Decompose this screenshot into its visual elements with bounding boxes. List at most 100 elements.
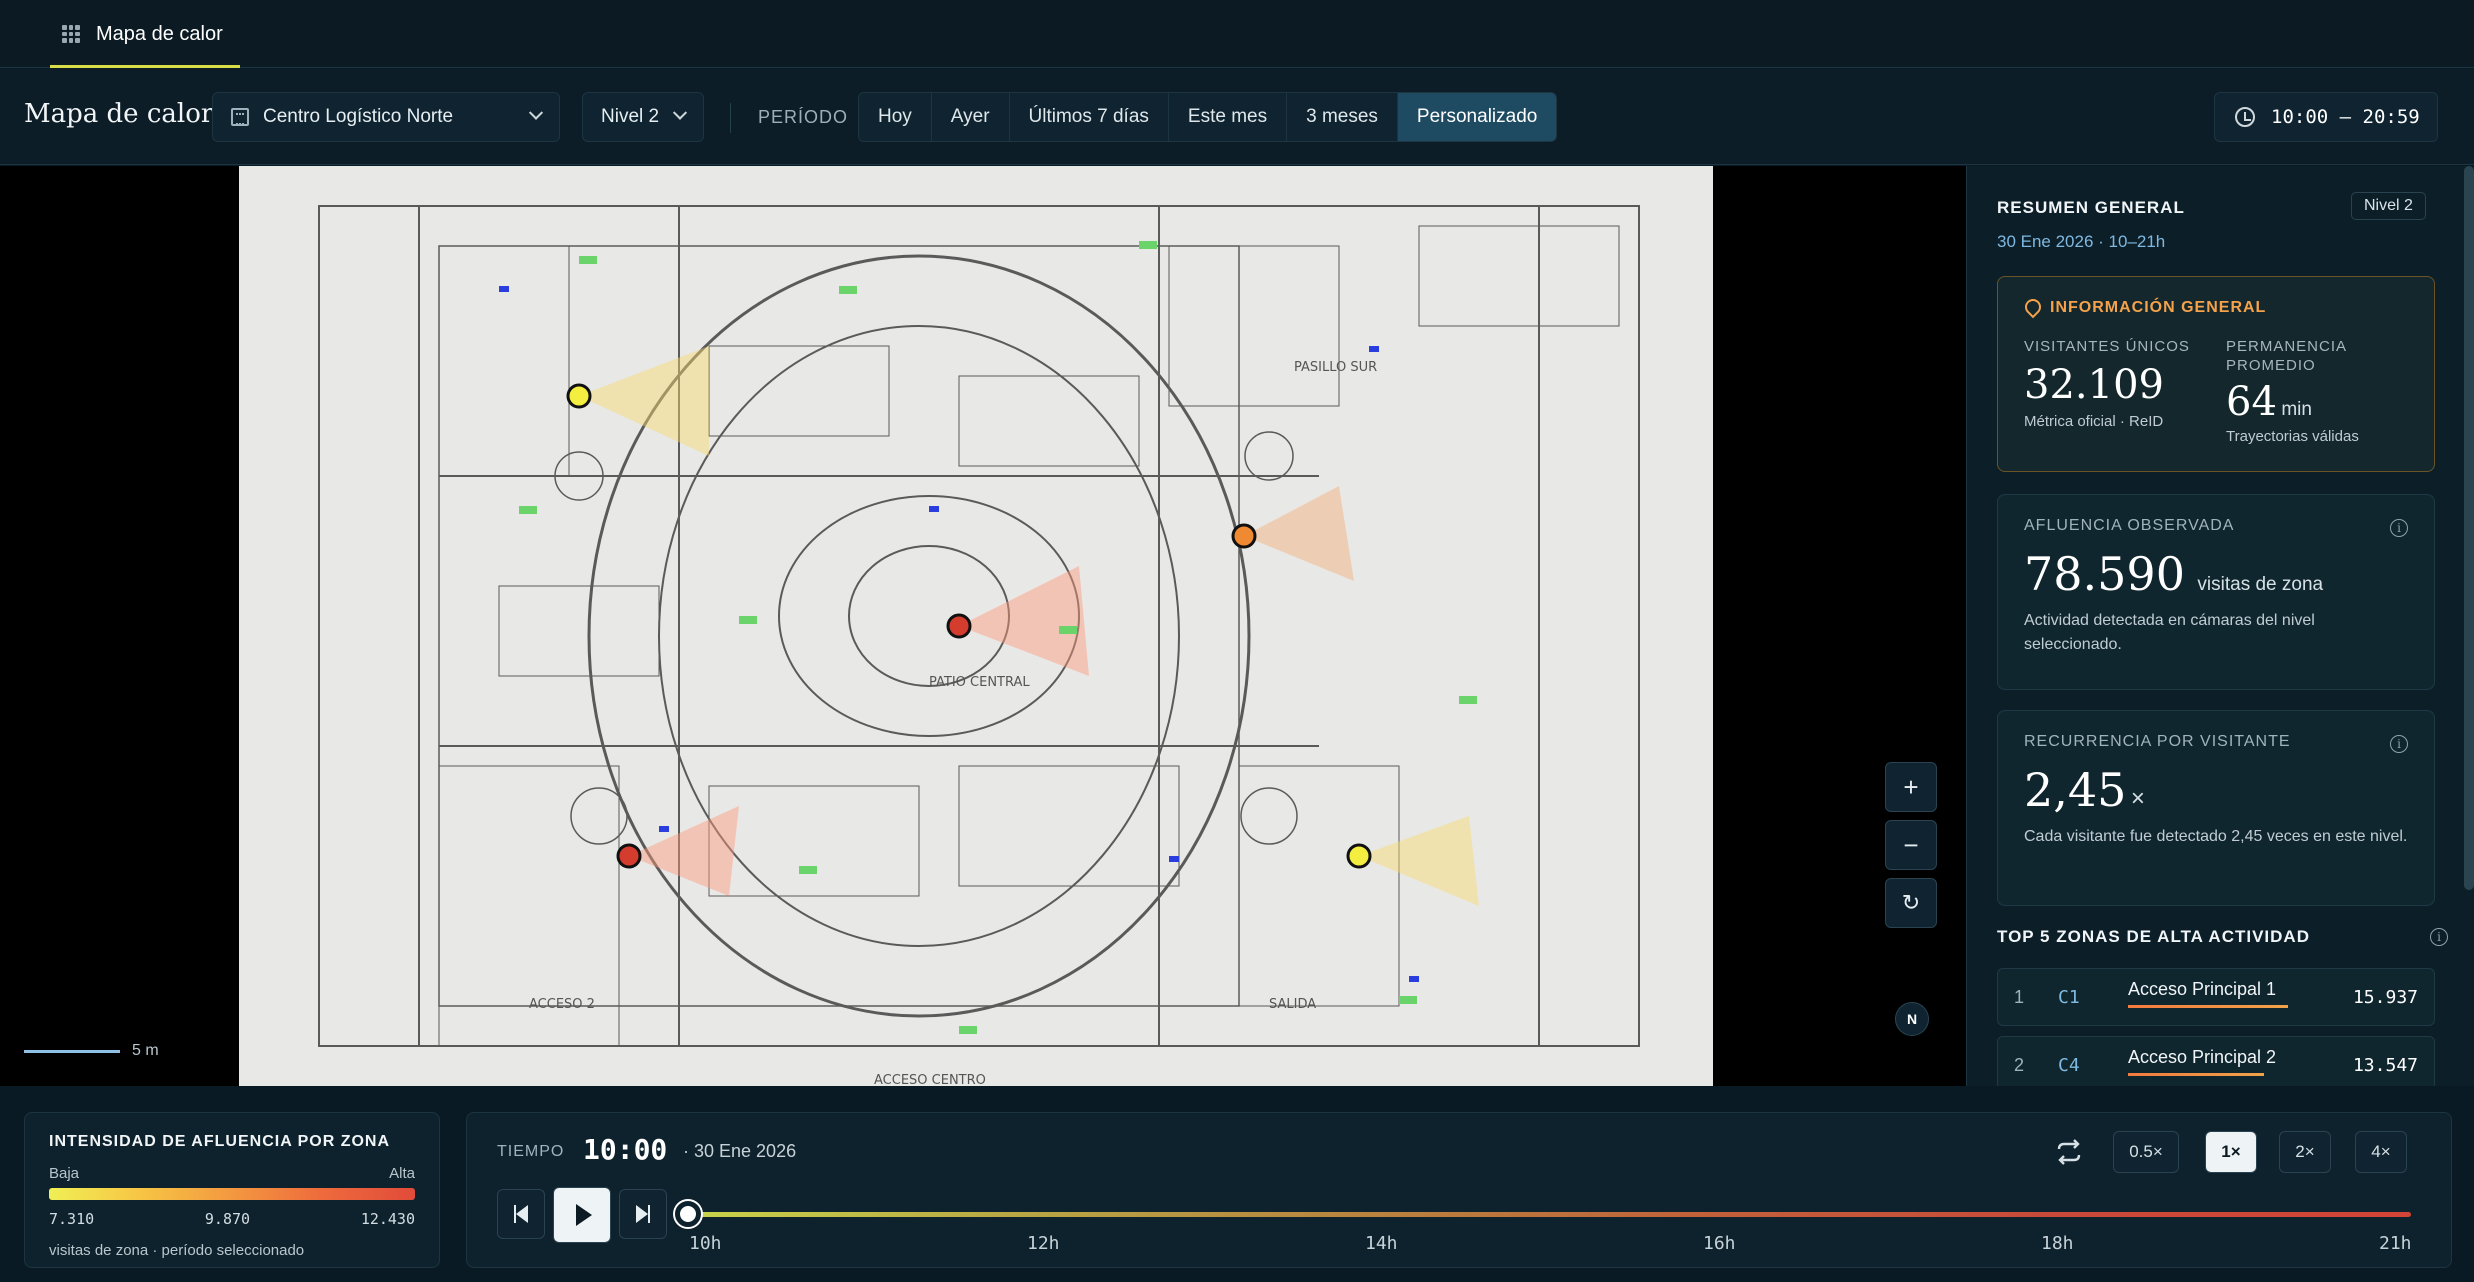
unique-visitors-label: VISITANTES ÚNICOS xyxy=(2024,338,2190,355)
top-zone-code: C4 xyxy=(2058,1055,2080,1076)
floor-plan[interactable]: PASILLO SUR PATIO CENTRAL ACCESO 2 ACCES… xyxy=(239,166,1713,1088)
grid-icon xyxy=(62,25,80,43)
map-label-access-center: ACCESO CENTRO xyxy=(874,1073,986,1086)
speed-1x-button[interactable]: 1× xyxy=(2205,1131,2257,1173)
scale-bar: 5 m xyxy=(24,1042,159,1060)
floor-plan-drawing: PASILLO SUR PATIO CENTRAL ACCESO 2 ACCES… xyxy=(318,205,1640,1088)
timeline-track[interactable] xyxy=(689,1212,2411,1217)
time-label: TIEMPO xyxy=(497,1143,565,1160)
legend-tick: 7.310 xyxy=(49,1210,95,1228)
period-option-custom[interactable]: Personalizado xyxy=(1397,93,1557,141)
tab-label: Mapa de calor xyxy=(96,22,223,45)
timeline-hour: 12h xyxy=(1027,1233,1060,1254)
site-select-value: Centro Logístico Norte xyxy=(263,106,454,127)
info-icon[interactable]: i xyxy=(2390,735,2408,753)
current-date: · 30 Ene 2026 xyxy=(683,1141,797,1161)
recurrence-note: Cada visitante fue detectado 2,45 veces … xyxy=(2024,828,2408,845)
period-option-3-months[interactable]: 3 meses xyxy=(1287,93,1398,141)
skip-end-icon xyxy=(648,1205,650,1223)
recurrence-unit: × xyxy=(2130,785,2145,812)
north-compass: N xyxy=(1895,1002,1929,1036)
skip-end-arrow-icon xyxy=(636,1205,648,1223)
legend-note: visitas de zona · período seleccionado xyxy=(49,1242,305,1259)
timeline-hour: 21h xyxy=(2379,1233,2412,1254)
map-label-central-patio: PATIO CENTRAL xyxy=(929,675,1030,690)
top5-title: TOP 5 ZONAS DE ALTA ACTIVIDAD xyxy=(1997,927,2310,946)
time-range-value: 10:00 – 20:59 xyxy=(2271,106,2420,128)
speed-2x-button[interactable]: 2× xyxy=(2279,1131,2331,1173)
page-title: Mapa de calor xyxy=(24,99,214,129)
summary-title: RESUMEN GENERAL xyxy=(1997,198,2185,217)
general-info-card: INFORMACIÓN GENERAL VISITANTES ÚNICOS 32… xyxy=(1997,276,2435,472)
skip-to-start-button[interactable] xyxy=(497,1189,545,1239)
building-icon xyxy=(231,108,249,126)
reset-view-button[interactable]: ↻ xyxy=(1885,878,1937,928)
location-pin-icon xyxy=(2024,299,2038,317)
divider xyxy=(730,103,731,133)
sidebar-scrollbar[interactable] xyxy=(2464,166,2474,890)
loop-icon[interactable] xyxy=(2055,1139,2083,1165)
speed-0-5x-button[interactable]: 0.5× xyxy=(2113,1131,2179,1173)
speed-4x-button[interactable]: 4× xyxy=(2355,1131,2407,1173)
toolbar: Mapa de calor Centro Logístico Norte Niv… xyxy=(0,69,2474,165)
observed-flow-title: AFLUENCIA OBSERVADA xyxy=(2024,517,2235,534)
unique-visitors-value: 32.109 xyxy=(2024,362,2164,408)
scale-label: 5 m xyxy=(132,1042,159,1059)
timeline-hour: 16h xyxy=(1703,1233,1736,1254)
top-zone-code: C1 xyxy=(2058,987,2080,1008)
legend-tick: 12.430 xyxy=(360,1210,415,1228)
level-select[interactable]: Nivel 2 xyxy=(582,92,704,142)
level-badge: Nivel 2 xyxy=(2351,192,2426,220)
top-zone-name: Acceso Principal 2 xyxy=(2128,1047,2277,1067)
current-time: 10:00 xyxy=(583,1133,668,1166)
chevron-down-icon xyxy=(672,105,688,120)
play-button[interactable] xyxy=(553,1187,611,1243)
skip-to-end-button[interactable] xyxy=(619,1189,667,1239)
zoom-in-button[interactable]: + xyxy=(1885,762,1937,812)
top-zone-value: 15.937 xyxy=(2352,987,2418,1008)
top-zone-row[interactable]: 2 C4 Acceso Principal 2 13.547 xyxy=(1997,1036,2435,1086)
info-icon[interactable]: i xyxy=(2390,519,2408,537)
recurrence-title: RECURRENCIA POR VISITANTE xyxy=(2024,733,2291,750)
avg-stay-unit: min xyxy=(2281,399,2312,420)
legend-gradient xyxy=(49,1188,415,1200)
intensity-legend: INTENSIDAD DE AFLUENCIA POR ZONA Baja Al… xyxy=(24,1112,440,1268)
period-option-this-month[interactable]: Este mes xyxy=(1169,93,1288,141)
map-label-south-aisle: PASILLO SUR xyxy=(1294,360,1377,375)
period-option-today[interactable]: Hoy xyxy=(859,93,932,141)
play-icon xyxy=(576,1204,592,1226)
legend-title: INTENSIDAD DE AFLUENCIA POR ZONA xyxy=(49,1133,391,1150)
site-select[interactable]: Centro Logístico Norte xyxy=(212,92,560,142)
info-icon[interactable]: i xyxy=(2430,928,2448,946)
map-label-access-2: ACCESO 2 xyxy=(529,997,595,1012)
recurrence-value: 2,45 xyxy=(2024,763,2127,817)
avg-stay-note: Trayectorias válidas xyxy=(2226,428,2359,445)
tab-heatmap[interactable]: Mapa de calor xyxy=(50,0,240,68)
observed-flow-card: AFLUENCIA OBSERVADA i 78.590 visitas de … xyxy=(1997,494,2435,690)
time-range-picker[interactable]: 10:00 – 20:59 xyxy=(2214,92,2438,142)
top-zone-row[interactable]: 1 C1 Acceso Principal 1 15.937 xyxy=(1997,968,2435,1026)
period-option-yesterday[interactable]: Ayer xyxy=(932,93,1010,141)
top-zone-rank: 2 xyxy=(2014,1055,2025,1075)
zoom-out-button[interactable]: − xyxy=(1885,820,1937,870)
avg-stay-label: PERMANENCIA PROMEDIO xyxy=(2226,338,2347,374)
recurrence-card: RECURRENCIA POR VISITANTE i 2,45 × Cada … xyxy=(1997,710,2435,906)
legend-tick: 9.870 xyxy=(204,1210,251,1228)
map-viewport[interactable]: PASILLO SUR PATIO CENTRAL ACCESO 2 ACCES… xyxy=(0,166,1966,1088)
observed-flow-value: 78.590 xyxy=(2024,547,2185,601)
general-info-title: INFORMACIÓN GENERAL xyxy=(2024,299,2408,317)
timeline-hour: 18h xyxy=(2041,1233,2074,1254)
top-zone-rank: 1 xyxy=(2014,987,2025,1007)
timeline-player: TIEMPO 10:00 · 30 Ene 2026 10h 12h 14h 1… xyxy=(466,1112,2452,1268)
timeline-hour: 14h xyxy=(1365,1233,1398,1254)
top-zone-bar xyxy=(2128,1005,2288,1008)
summary-sidebar: RESUMEN GENERAL 30 Ene 2026 · 10–21h Niv… xyxy=(1966,166,2474,1086)
summary-subtitle: 30 Ene 2026 · 10–21h xyxy=(1997,232,2166,251)
legend-high-label: Alta xyxy=(389,1165,415,1182)
timeline-hour: 10h xyxy=(689,1233,722,1254)
level-select-value: Nivel 2 xyxy=(601,106,660,127)
timeline-handle[interactable] xyxy=(675,1201,701,1227)
period-option-last-7-days[interactable]: Últimos 7 días xyxy=(1010,93,1169,141)
top-zone-value: 13.547 xyxy=(2352,1055,2418,1076)
top-zone-bar xyxy=(2128,1073,2264,1076)
